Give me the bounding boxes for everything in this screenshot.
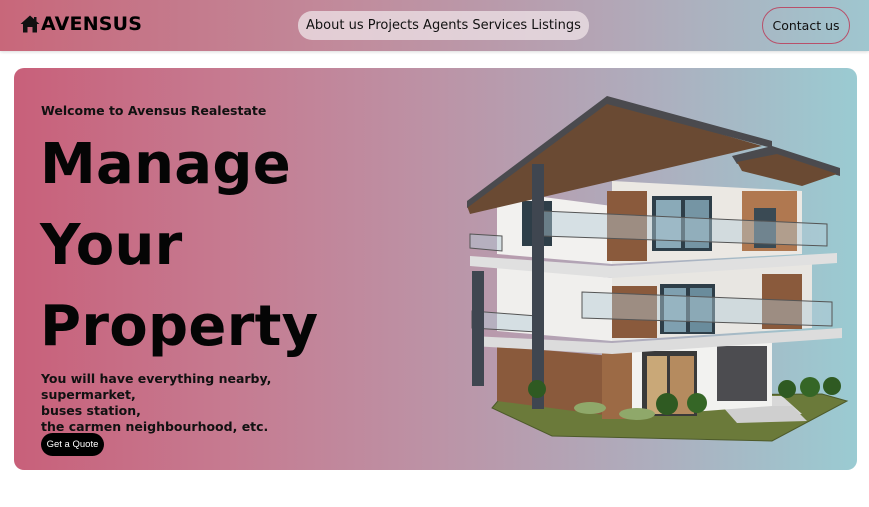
home-icon — [20, 14, 40, 34]
headline-line-2: Your — [40, 213, 183, 278]
modern-house-image — [442, 96, 850, 446]
brand-logo[interactable]: AVENSUS — [20, 13, 142, 35]
headline-line-3: Property — [40, 294, 319, 359]
subtext-line-1: You will have everything nearby, superma… — [41, 371, 272, 402]
hero-banner: Welcome to Avensus Realestate Manage You… — [14, 68, 857, 470]
nav-listings[interactable]: Listings — [531, 18, 581, 33]
nav-about-us[interactable]: About us — [306, 18, 364, 33]
main-nav: About us Projects Agents Services Listin… — [298, 11, 589, 40]
contact-us-button[interactable]: Contact us — [762, 7, 850, 44]
brand-name: AVENSUS — [41, 13, 143, 35]
headline-line-1: Manage — [40, 132, 292, 197]
welcome-text: Welcome to Avensus Realestate — [41, 103, 267, 118]
nav-services[interactable]: Services — [472, 18, 527, 33]
get-a-quote-button[interactable]: Get a Quote — [41, 433, 104, 456]
hero-subtext: You will have everything nearby, superma… — [41, 371, 341, 435]
nav-projects[interactable]: Projects — [368, 18, 419, 33]
top-header: AVENSUS About us Projects Agents Service… — [0, 0, 869, 51]
nav-agents[interactable]: Agents — [423, 18, 468, 33]
subtext-line-2: buses station, — [41, 403, 141, 418]
hero-headline: Manage Your Property — [40, 124, 360, 367]
